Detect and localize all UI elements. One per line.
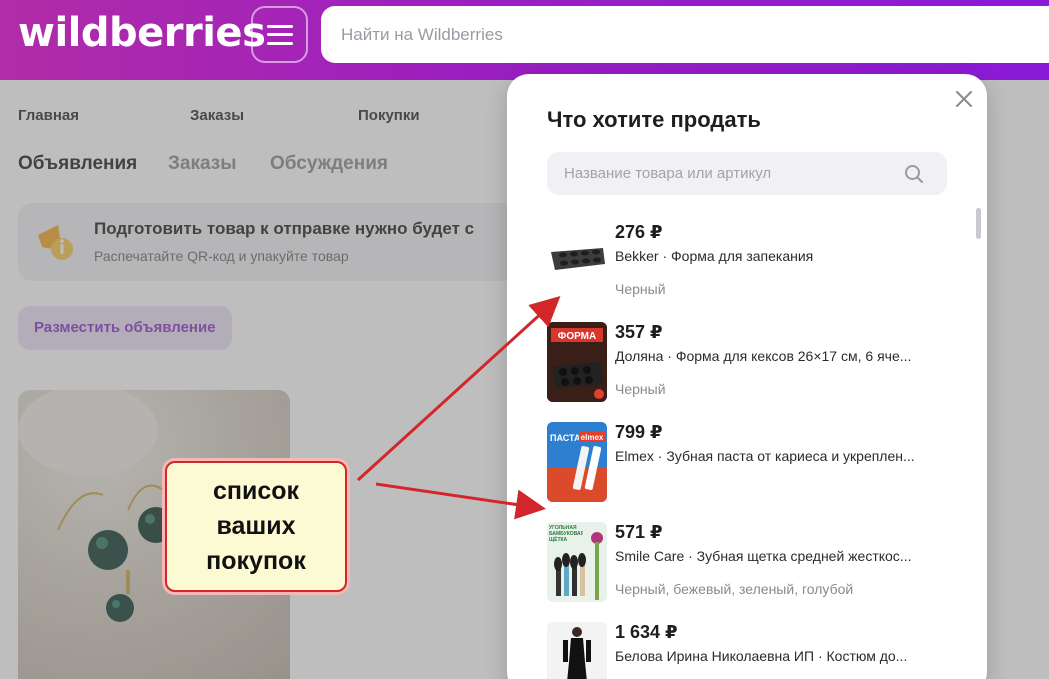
purchase-item[interactable]: 1 634 ₽ Белова Ирина Николаевна ИП · Кос… (547, 622, 957, 679)
thumb-text: УГОЛЬНАЯ БАМБУКОВАЯ ЩЁТКА (549, 525, 583, 543)
purchase-item[interactable]: 276 ₽ Bekker · Форма для запекания Черны… (547, 222, 957, 312)
callout-text: список ваших покупок (206, 477, 306, 575)
hamburger-icon (266, 24, 293, 45)
main-search-input[interactable]: Найти на Wildberries (321, 6, 1049, 63)
item-thumbnail (547, 222, 607, 302)
item-thumbnail: ФОРМА (547, 322, 607, 402)
purchase-item[interactable]: ФОРМА 357 ₽ Доляна · Форма для кексов 26… (547, 322, 957, 412)
item-name: Bekker · Форма для запекания (615, 248, 814, 264)
item-thumbnail (547, 622, 607, 679)
item-name: Белова Ирина Николаевна ИП · Костюм до..… (615, 648, 908, 664)
item-price: 571 ₽ (615, 522, 663, 542)
search-icon[interactable] (904, 164, 924, 184)
item-name: Smile Care · Зубная щетка средней жестко… (615, 548, 912, 564)
sell-modal: Что хотите продать 276 ₽ Bekker · Форма … (507, 74, 987, 679)
item-color: Черный, бежевый, зеленый, голубой (615, 581, 854, 597)
item-color: Черный (615, 281, 666, 297)
purchase-item[interactable]: ПАСТА elmex 799 ₽ Elmex · Зубная паста о… (547, 422, 957, 512)
annotation-callout: список ваших покупок (165, 461, 347, 592)
header: wildberries Найти на Wildberries (0, 0, 1049, 80)
item-name: Доляна · Форма для кексов 26×17 см, 6 яч… (615, 348, 912, 364)
item-thumbnail: ПАСТА elmex (547, 422, 607, 502)
thumb-brand: elmex (581, 433, 604, 442)
menu-button[interactable] (251, 6, 308, 63)
item-price: 276 ₽ (615, 222, 663, 242)
item-color: Черный (615, 381, 666, 397)
modal-title: Что хотите продать (547, 107, 761, 132)
wildberries-logo[interactable]: wildberries (18, 10, 266, 56)
thumb-text: ПАСТА (550, 433, 581, 443)
item-price: 1 634 ₽ (615, 622, 678, 642)
purchase-item[interactable]: УГОЛЬНАЯ БАМБУКОВАЯ ЩЁТКА 571 ₽ Smile Ca… (547, 522, 957, 612)
item-price: 799 ₽ (615, 422, 663, 442)
thumb-text: ФОРМА (558, 331, 596, 342)
item-name: Elmex · Зубная паста от кариеса и укрепл… (615, 448, 915, 464)
item-thumbnail: УГОЛЬНАЯ БАМБУКОВАЯ ЩЁТКА (547, 522, 607, 602)
product-search-input[interactable] (547, 152, 947, 195)
scrollbar[interactable] (976, 208, 981, 239)
close-icon[interactable] (953, 88, 975, 110)
item-price: 357 ₽ (615, 322, 663, 342)
